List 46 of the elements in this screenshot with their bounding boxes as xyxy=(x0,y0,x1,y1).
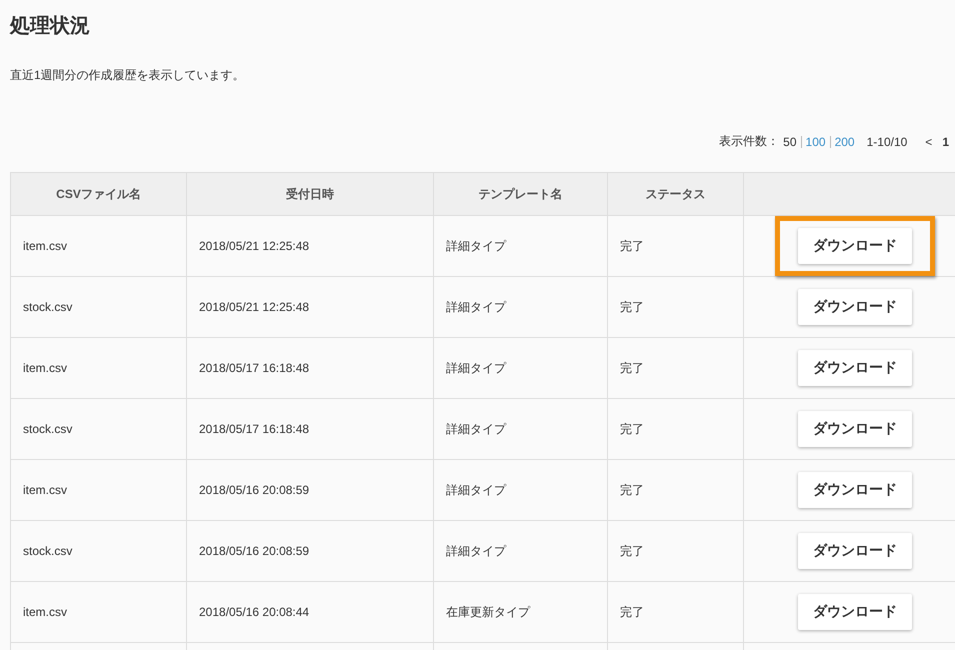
table-cell: item.csv xyxy=(10,460,186,520)
table-cell: 詳細タイプ xyxy=(434,460,608,520)
table-cell: 完了 xyxy=(608,460,744,520)
table-cell: 詳細タイプ xyxy=(434,338,608,398)
table-cell: 完了 xyxy=(608,216,744,276)
download-button[interactable]: ダウンロード xyxy=(798,350,912,386)
table-cell: 完了 xyxy=(608,582,744,642)
table-cell: 完了 xyxy=(608,338,744,398)
table-cell: 詳細タイプ xyxy=(434,216,608,276)
previous-page-link[interactable]: < xyxy=(921,134,936,148)
column-header: 受付日時 xyxy=(186,172,434,216)
table-cell: 2018/05/17 16:18:48 xyxy=(186,338,434,398)
table-cell: stock.csv xyxy=(10,398,186,460)
download-button[interactable]: ダウンロード xyxy=(798,411,912,447)
table-cell: 2018/05/16 20:08:59 xyxy=(186,520,434,582)
table-cell: 完了 xyxy=(608,398,744,460)
table-cell: stock.csv xyxy=(10,276,186,338)
table-cell: stock.csv xyxy=(10,520,186,582)
table-cell: item.csv xyxy=(10,338,186,398)
table-cell: 完了 xyxy=(608,520,744,582)
table-cell: 2018/05/21 12:25:48 xyxy=(186,216,434,276)
column-header: テンプレート名 xyxy=(434,172,608,216)
download-button[interactable]: ダウンロード xyxy=(798,472,912,508)
table-cell: 詳細タイプ xyxy=(434,398,608,460)
table-cell: 詳細タイプ xyxy=(434,276,608,338)
table-cell: 詳細タイプ xyxy=(434,520,608,582)
table-cell: 在庫更新タイプ xyxy=(434,582,608,642)
page-size-option[interactable]: 50 xyxy=(779,134,801,148)
download-button[interactable]: ダウンロード xyxy=(798,228,912,264)
result-range: 1-10/10 xyxy=(866,134,908,148)
description-text: 直近1週間分の作成履歴を表示しています。 xyxy=(10,67,245,84)
table-cell: 2018/05/17 16:18:48 xyxy=(186,398,434,460)
table-cell: item.csv xyxy=(10,216,186,276)
page-title: 処理状況 xyxy=(10,14,90,39)
download-button[interactable]: ダウンロード xyxy=(798,533,912,569)
column-header: ステータス xyxy=(608,172,744,216)
page-size-label: 表示件数： xyxy=(719,133,780,150)
table-cell: 2018/05/21 12:25:48 xyxy=(186,276,434,338)
table-cell: 2018/05/16 20:08:44 xyxy=(186,582,434,642)
table-cell: item.csv xyxy=(10,582,186,642)
download-button[interactable]: ダウンロード xyxy=(798,289,912,325)
column-header: CSVファイル名 xyxy=(10,172,186,216)
page-number[interactable]: 1 xyxy=(942,134,949,148)
download-button[interactable]: ダウンロード xyxy=(798,594,912,630)
table-cell: 2018/05/16 20:08:59 xyxy=(186,460,434,520)
table-cell: 完了 xyxy=(608,276,744,338)
